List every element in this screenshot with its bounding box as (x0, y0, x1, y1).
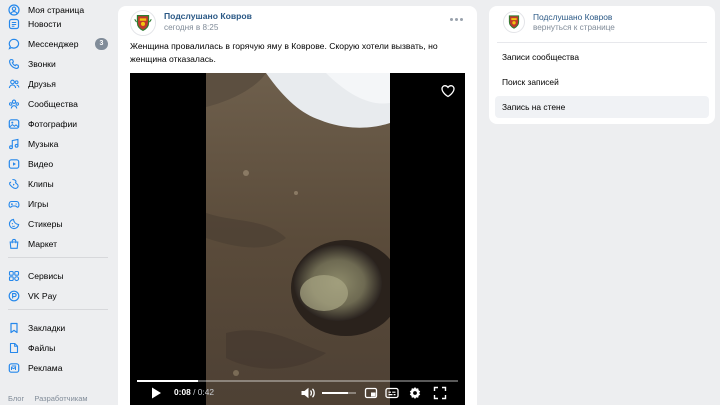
nav-label: Сообщества (28, 99, 78, 109)
nav-vkpay[interactable]: VK Pay (0, 286, 112, 306)
music-icon (8, 138, 20, 150)
video-time-display: 0:08 / 0:42 (174, 386, 214, 398)
video-frame (206, 73, 390, 405)
services-icon (8, 270, 20, 282)
nav-label: Стикеры (28, 219, 63, 229)
unread-count-badge: 3 (95, 38, 108, 50)
nav-stickers[interactable]: Стикеры (0, 214, 112, 234)
volume-icon[interactable] (300, 386, 316, 400)
menu-wall-post[interactable]: Запись на стене (495, 96, 709, 118)
nav-label: Маркет (28, 239, 58, 249)
bookmark-icon (8, 322, 20, 334)
files-icon (8, 342, 20, 354)
nav-communities[interactable]: Сообщества (0, 94, 112, 114)
games-icon (8, 198, 20, 210)
post-timestamp[interactable]: сегодня в 8:25 (164, 23, 218, 32)
nav-games[interactable]: Игры (0, 194, 112, 214)
video-progress-fill (137, 380, 198, 382)
nav-label: Фотографии (28, 119, 78, 129)
nav-music[interactable]: Музыка (0, 134, 112, 154)
nav-files[interactable]: Файлы (0, 338, 112, 358)
sidebar-footer: Блог Разработчикам (8, 394, 96, 403)
community-avatar-small[interactable] (503, 11, 525, 33)
heart-icon[interactable] (440, 83, 456, 99)
nav-photos[interactable]: Фотографии (0, 114, 112, 134)
nav-messenger[interactable]: Мессенджер 3 (0, 34, 112, 54)
nav-label: Друзья (28, 79, 56, 89)
clips-icon (8, 178, 20, 190)
community-title-link[interactable]: Подслушано Ковров (533, 12, 612, 22)
nav-market[interactable]: Маркет (0, 234, 112, 254)
video-time-separator: / (193, 387, 196, 397)
news-icon (8, 18, 20, 30)
stickers-icon (8, 218, 20, 230)
nav-label: Реклама (28, 363, 63, 373)
more-options-icon[interactable] (450, 15, 464, 23)
post-author-link[interactable]: Подслушано Ковров (164, 11, 252, 21)
nav-services[interactable]: Сервисы (0, 266, 112, 286)
message-icon (8, 38, 20, 50)
nav-label: Закладки (28, 323, 66, 333)
photo-icon (8, 118, 20, 130)
nav-label: Сервисы (28, 271, 64, 281)
nav-label: Клипы (28, 179, 54, 189)
settings-gear-icon[interactable] (408, 386, 422, 400)
subtitles-icon[interactable] (385, 386, 399, 400)
volume-slider[interactable] (322, 392, 356, 394)
phone-icon (8, 58, 20, 70)
wall-post: Подслушано Ковров сегодня в 8:25 Женщина… (118, 6, 477, 405)
footer-link-blog[interactable]: Блог (8, 394, 24, 403)
nav-label: Игры (28, 199, 49, 209)
panel-divider (497, 42, 707, 43)
video-icon (8, 158, 20, 170)
vkpay-icon (8, 290, 20, 302)
play-icon[interactable] (150, 386, 162, 400)
nav-label: Звонки (28, 59, 56, 69)
nav-label: VK Pay (28, 291, 57, 301)
market-icon (8, 238, 20, 250)
video-duration: 0:42 (197, 387, 215, 397)
back-to-page-link[interactable]: вернуться к странице (533, 23, 615, 32)
miniplayer-icon[interactable] (364, 386, 378, 400)
community-nav-panel: Подслушано Ковров вернуться к странице З… (489, 6, 715, 124)
nav-label: Мессенджер (28, 39, 79, 49)
menu-item-label: Записи сообщества (502, 52, 580, 62)
communities-icon (8, 98, 20, 110)
community-avatar[interactable] (130, 10, 156, 36)
nav-label: Музыка (28, 139, 59, 149)
nav-clips[interactable]: Клипы (0, 174, 112, 194)
video-player[interactable]: 0:08 / 0:42 (130, 73, 465, 405)
nav-friends[interactable]: Друзья (0, 74, 112, 94)
nav-ads[interactable]: Реклама (0, 358, 112, 378)
fullscreen-icon[interactable] (433, 386, 447, 400)
nav-label: Видео (28, 159, 54, 169)
footer-link-developers[interactable]: Разработчикам (34, 394, 87, 403)
sidebar-divider (8, 309, 108, 310)
friends-icon (8, 78, 20, 90)
volume-slider-fill (322, 392, 348, 394)
nav-label: Новости (28, 19, 62, 29)
nav-calls[interactable]: Звонки (0, 54, 112, 74)
menu-search-posts[interactable]: Поиск записей (495, 71, 709, 93)
nav-video[interactable]: Видео (0, 154, 112, 174)
nav-bookmarks[interactable]: Закладки (0, 318, 112, 338)
post-text: Женщина провалилась в горячую яму в Ковр… (130, 41, 438, 64)
video-progress-bar[interactable] (137, 380, 458, 382)
menu-item-label: Поиск записей (502, 77, 559, 87)
menu-item-label: Запись на стене (502, 102, 566, 112)
ads-icon (8, 362, 20, 374)
menu-community-posts[interactable]: Записи сообщества (495, 46, 709, 68)
left-sidebar: Моя страница Новости Мессенджер 3 Звонки… (0, 0, 118, 405)
nav-label: Файлы (28, 343, 56, 353)
nav-news[interactable]: Новости (0, 14, 112, 34)
video-current-time: 0:08 (174, 387, 191, 397)
sidebar-divider (8, 257, 108, 258)
